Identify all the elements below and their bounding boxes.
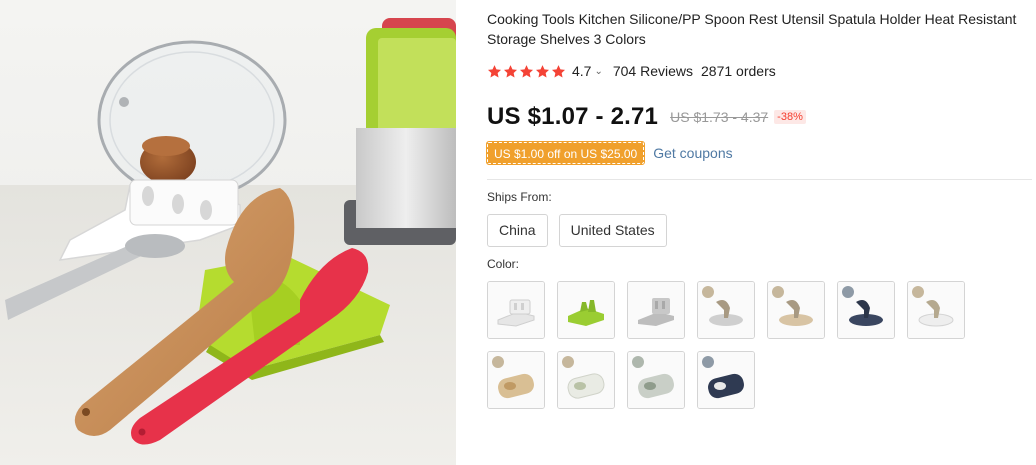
lid-stand-thumbnail-icon xyxy=(698,282,754,338)
lid-stand-thumbnail-icon xyxy=(768,282,824,338)
color-swatches xyxy=(487,281,987,409)
color-swatch-navy-tray[interactable] xyxy=(697,351,755,409)
product-title: Cooking Tools Kitchen Silicone/PP Spoon … xyxy=(487,11,1017,47)
product-photo-spoon-rest-icon xyxy=(0,0,456,465)
reviews-link[interactable]: 704 Reviews xyxy=(613,63,693,79)
color-swatch-gray-rest[interactable] xyxy=(627,281,685,339)
star-icon xyxy=(487,64,502,77)
product-image[interactable] xyxy=(0,0,456,465)
coupon-row: US $1.00 off on US $25.00 Get coupons xyxy=(485,141,1032,165)
rating-row: 4.7 ⌄ 704 Reviews 2871 orders xyxy=(487,61,1032,81)
ships-from-label: Ships From: xyxy=(487,190,552,204)
chevron-down-icon[interactable]: ⌄ xyxy=(594,66,602,77)
lid-stand-thumbnail-icon xyxy=(908,282,964,338)
star-icon xyxy=(519,64,534,77)
ship-option-united-states[interactable]: United States xyxy=(558,214,667,247)
price-row: US $1.07 - 2.71 US $1.73 - 4.37 -38% xyxy=(487,102,1032,132)
rating-value[interactable]: 4.7 xyxy=(572,63,591,79)
spoon-rest-thumbnail-icon xyxy=(558,282,614,338)
original-price: US $1.73 - 4.37 xyxy=(670,109,769,125)
ships-from-options: China United States xyxy=(487,214,1032,247)
current-price: US $1.07 - 2.71 xyxy=(487,103,659,130)
lid-stand-thumbnail-icon xyxy=(838,282,894,338)
tray-thumbnail-icon xyxy=(628,352,684,408)
spoon-rest-thumbnail-icon xyxy=(628,282,684,338)
get-coupons-link[interactable]: Get coupons xyxy=(653,145,732,161)
color-swatch-green-rest[interactable] xyxy=(557,281,615,339)
color-swatch-gray-lid-stand[interactable] xyxy=(697,281,755,339)
tray-thumbnail-icon xyxy=(698,352,754,408)
color-label: Color: xyxy=(487,257,520,271)
star-icon xyxy=(551,64,566,77)
divider xyxy=(487,179,1032,180)
color-swatch-khaki-tray[interactable] xyxy=(487,351,545,409)
color-swatch-white-rest[interactable] xyxy=(487,281,545,339)
color-swatch-khaki-lid-stand[interactable] xyxy=(767,281,825,339)
color-swatch-white-lid-stand[interactable] xyxy=(907,281,965,339)
discount-badge: -38% xyxy=(774,110,806,124)
color-swatch-navy-lid-stand[interactable] xyxy=(837,281,895,339)
tray-thumbnail-icon xyxy=(488,352,544,408)
tray-thumbnail-icon xyxy=(558,352,614,408)
star-icon xyxy=(503,64,518,77)
color-swatch-white-tray[interactable] xyxy=(557,351,615,409)
coupon-badge[interactable]: US $1.00 off on US $25.00 xyxy=(485,141,646,165)
star-icon xyxy=(535,64,550,77)
orders-count: 2871 orders xyxy=(701,63,776,79)
spoon-rest-thumbnail-icon xyxy=(488,282,544,338)
ship-option-china[interactable]: China xyxy=(487,214,548,247)
color-swatch-gray-tray[interactable] xyxy=(627,351,685,409)
star-rating xyxy=(487,64,566,79)
product-info: Cooking Tools Kitchen Silicone/PP Spoon … xyxy=(485,9,1032,409)
